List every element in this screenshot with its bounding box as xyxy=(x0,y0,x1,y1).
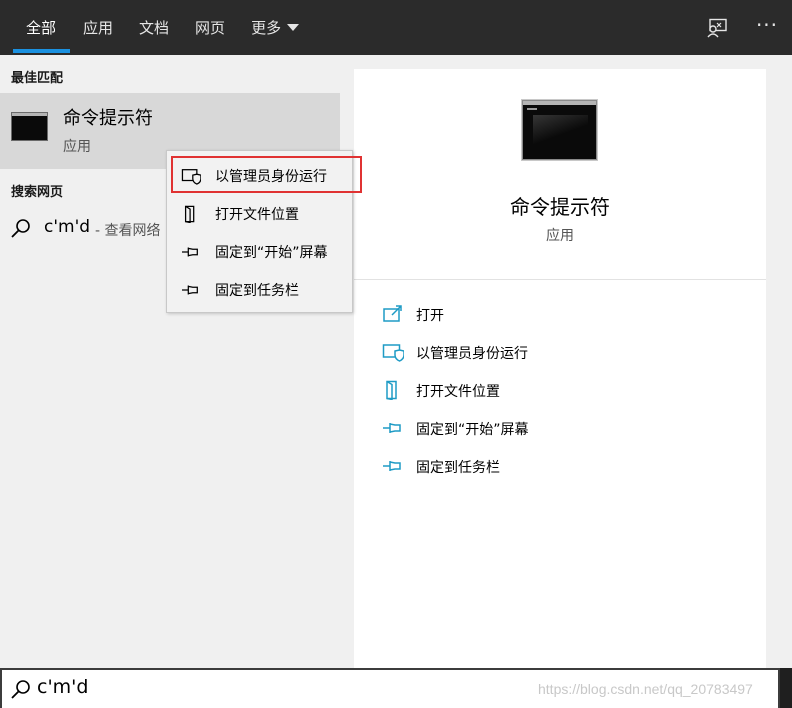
tab-apps[interactable]: 应用 xyxy=(70,0,126,55)
folder-location-icon xyxy=(386,380,397,400)
tab-label: 网页 xyxy=(195,19,226,37)
web-query-text: c'm'd xyxy=(44,217,91,237)
pin-icon xyxy=(383,423,401,433)
cmd-app-icon xyxy=(11,112,48,141)
shield-window-icon xyxy=(382,344,404,362)
tab-label: 应用 xyxy=(83,19,114,37)
pin-icon xyxy=(383,461,401,471)
screen-glare xyxy=(533,115,588,145)
tab-all[interactable]: 全部 xyxy=(0,0,71,55)
search-icon xyxy=(11,680,30,699)
detail-panel: 命令提示符 应用 打开 以管理员身份运行 打开文件位置 固定到“开始”屏幕 固定… xyxy=(354,69,766,668)
top-icons: ··· xyxy=(692,0,792,55)
action-open-file-location[interactable]: 打开文件位置 xyxy=(354,372,766,408)
shield-window-icon xyxy=(181,169,201,185)
action-open[interactable]: 打开 xyxy=(354,296,766,332)
detail-title: 命令提示符 xyxy=(510,195,610,219)
caret-down-icon xyxy=(287,24,300,31)
feedback-button[interactable] xyxy=(692,0,742,55)
tab-label: 文档 xyxy=(139,19,170,37)
menu-item-open-file-location[interactable]: 打开文件位置 xyxy=(167,195,352,231)
results-panel: 最佳匹配 命令提示符 应用 搜索网页 c'm'd - 查看网络 xyxy=(0,55,340,668)
action-label: 固定到“开始”屏幕 xyxy=(416,422,529,438)
best-match-header: 最佳匹配 xyxy=(11,71,64,86)
scrollbar-track[interactable] xyxy=(779,55,792,668)
web-search-header: 搜索网页 xyxy=(11,185,64,200)
menu-item-label: 固定到任务栏 xyxy=(215,283,299,299)
menu-item-pin-to-taskbar[interactable]: 固定到任务栏 xyxy=(167,271,352,307)
action-label: 以管理员身份运行 xyxy=(416,346,528,362)
menu-item-run-as-admin[interactable]: 以管理员身份运行 xyxy=(167,157,352,193)
menu-item-label: 固定到“开始”屏幕 xyxy=(215,245,328,261)
tab-label: 更多 xyxy=(251,19,282,37)
open-icon xyxy=(383,305,402,322)
prompt-cursor xyxy=(527,108,537,110)
best-match-title: 命令提示符 xyxy=(63,108,153,129)
tab-documents[interactable]: 文档 xyxy=(126,0,182,55)
detail-subtitle: 应用 xyxy=(546,228,574,244)
best-match-subtitle: 应用 xyxy=(63,139,91,155)
folder-location-icon xyxy=(184,205,195,223)
action-label: 固定到任务栏 xyxy=(416,460,500,476)
tab-label: 全部 xyxy=(26,19,57,37)
pin-icon xyxy=(182,285,198,295)
more-options-button[interactable]: ··· xyxy=(742,0,792,55)
context-menu: 以管理员身份运行 打开文件位置 固定到“开始”屏幕 固定到任务栏 xyxy=(166,150,353,313)
feedback-icon xyxy=(707,18,727,37)
action-label: 打开 xyxy=(416,308,444,324)
search-icon xyxy=(11,219,30,238)
tab-web[interactable]: 网页 xyxy=(182,0,238,55)
filter-tabs: 全部 应用 文档 网页 更多 xyxy=(0,0,312,55)
divider xyxy=(354,279,766,280)
action-run-as-admin[interactable]: 以管理员身份运行 xyxy=(354,334,766,370)
action-pin-to-taskbar[interactable]: 固定到任务栏 xyxy=(354,448,766,484)
menu-item-label: 以管理员身份运行 xyxy=(215,169,327,185)
action-pin-to-start[interactable]: 固定到“开始”屏幕 xyxy=(354,410,766,446)
menu-item-label: 打开文件位置 xyxy=(215,207,299,223)
watermark: https://blog.csdn.net/qq_20783497 xyxy=(538,681,753,697)
action-label: 打开文件位置 xyxy=(416,384,500,400)
menu-item-pin-to-start[interactable]: 固定到“开始”屏幕 xyxy=(167,233,352,269)
cmd-app-preview-icon xyxy=(522,100,597,160)
top-bar: 全部 应用 文档 网页 更多 ··· xyxy=(0,0,792,55)
search-window: 全部 应用 文档 网页 更多 ··· 最佳匹配 命令提示符 应用 搜索网页 c'… xyxy=(0,0,792,708)
web-query-suffix: - 查看网络 xyxy=(95,223,161,239)
tab-more[interactable]: 更多 xyxy=(238,0,312,55)
pin-icon xyxy=(182,247,198,257)
more-dots-icon: ··· xyxy=(755,12,779,37)
search-input[interactable] xyxy=(37,676,437,698)
